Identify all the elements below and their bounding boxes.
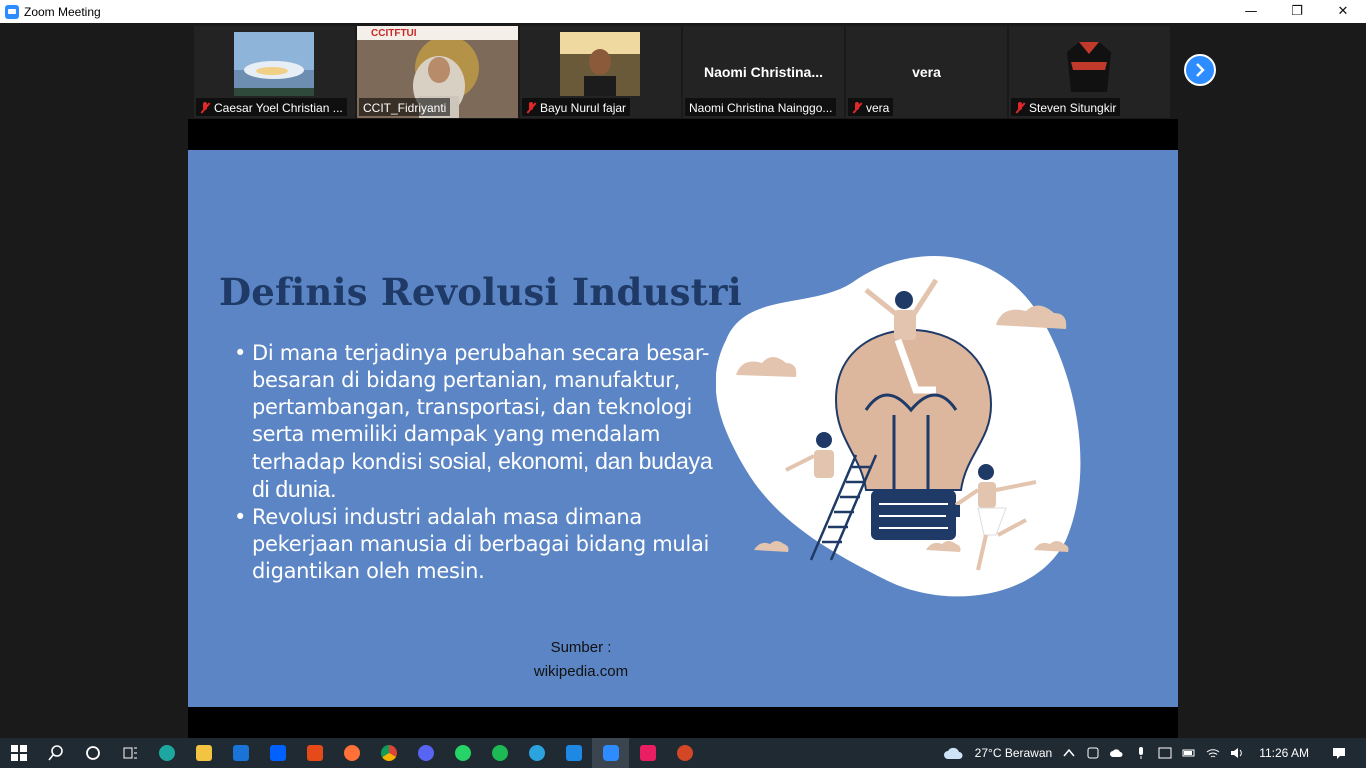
- system-tray: 27°C Berawan 11:26 AM: [938, 738, 1366, 768]
- participant-name-label: Naomi Christina Nainggo...: [685, 98, 837, 116]
- chevron-right-icon: [1196, 63, 1205, 77]
- close-button[interactable]: ✕: [1320, 0, 1366, 23]
- participant-photo: [234, 32, 314, 96]
- search-icon[interactable]: [37, 738, 74, 768]
- minimize-button[interactable]: —: [1228, 0, 1274, 23]
- cloud-weather-icon: [943, 747, 963, 759]
- app-icon[interactable]: [629, 738, 666, 768]
- slide-title: Definis Revolusi Industri: [219, 270, 742, 314]
- ccit-logo-text: CCITFTUI: [371, 28, 417, 39]
- participant-tile[interactable]: Caesar Yoel Christian ...: [194, 26, 355, 118]
- wifi-icon[interactable]: [1206, 746, 1220, 760]
- mail-icon[interactable]: [222, 738, 259, 768]
- participant-name-label: CCIT_Fidriyanti: [359, 98, 451, 116]
- participant-name: Naomi Christina Nainggo...: [689, 100, 833, 115]
- participant-name: vera: [866, 100, 890, 115]
- muted-mic-icon: [852, 101, 862, 114]
- office-icon[interactable]: [296, 738, 333, 768]
- participant-name-label: Bayu Nurul fajar: [522, 98, 631, 116]
- microphone-icon[interactable]: [1134, 746, 1148, 760]
- vscode-icon[interactable]: [555, 738, 592, 768]
- powerpoint-icon[interactable]: [666, 738, 703, 768]
- muted-mic-icon: [526, 101, 536, 114]
- clock-time[interactable]: 11:26 AM: [1259, 746, 1309, 760]
- chevron-up-icon[interactable]: [1062, 746, 1076, 760]
- slide-source: Sumber : wikipedia.com: [508, 636, 654, 684]
- onedrive-icon[interactable]: [1110, 746, 1124, 760]
- windows-taskbar: 27°C Berawan 11:26 AM: [0, 738, 1366, 768]
- telegram-icon[interactable]: [518, 738, 555, 768]
- participant-name: Steven Situngkir: [1029, 100, 1117, 115]
- participant-photo: [560, 32, 640, 96]
- meet-now-icon[interactable]: [1086, 746, 1100, 760]
- participant-tile[interactable]: Steven Situngkir: [1009, 26, 1170, 118]
- participant-tile-active-speaker[interactable]: CCITFTUI CCIT_Fidriyanti: [357, 26, 518, 118]
- window-title: Zoom Meeting: [24, 4, 101, 19]
- participant-strip: Caesar Yoel Christian ... CCITFTUI CCIT_…: [194, 26, 1170, 118]
- notifications-icon[interactable]: [1332, 746, 1346, 760]
- muted-mic-icon: [200, 101, 210, 114]
- start-icon[interactable]: [0, 738, 37, 768]
- participant-name: Bayu Nurul fajar: [540, 100, 627, 115]
- participant-name-label: Steven Situngkir: [1011, 98, 1121, 116]
- participant-name: Caesar Yoel Christian ...: [214, 100, 343, 115]
- help-icon[interactable]: [1158, 746, 1172, 760]
- participant-tile[interactable]: vera vera: [846, 26, 1007, 118]
- participant-name-label: vera: [848, 98, 894, 116]
- slide-bullets: Di mana terjadinya perubahan secara besa…: [234, 340, 714, 585]
- bullet-item: Revolusi industri adalah masa dimana pek…: [234, 504, 714, 585]
- shared-screen: Definis Revolusi Industri Di mana terjad…: [188, 119, 1178, 738]
- participant-photo: [1049, 32, 1129, 96]
- source-label: Sumber :: [550, 639, 612, 656]
- cortana-icon[interactable]: [74, 738, 111, 768]
- bullet-period: .: [330, 476, 337, 502]
- next-participants-button[interactable]: [1184, 54, 1216, 86]
- presentation-slide: Definis Revolusi Industri Di mana terjad…: [188, 150, 1178, 707]
- restore-button[interactable]: ❐: [1274, 0, 1320, 23]
- muted-mic-icon: [1015, 101, 1025, 114]
- participant-display-name: Naomi Christina...: [703, 64, 824, 80]
- lightbulb-illustration: [716, 256, 1081, 597]
- firefox-icon[interactable]: [333, 738, 370, 768]
- dropbox-icon[interactable]: [259, 738, 296, 768]
- discord-icon[interactable]: [407, 738, 444, 768]
- window-titlebar: Zoom Meeting — ❐ ✕: [0, 0, 1366, 23]
- spotify-icon[interactable]: [481, 738, 518, 768]
- file-explorer-icon[interactable]: [185, 738, 222, 768]
- participant-display-name: vera: [912, 64, 941, 80]
- battery-icon[interactable]: [1182, 746, 1196, 760]
- weather-text[interactable]: 27°C Berawan: [975, 746, 1053, 760]
- source-value: wikipedia.com: [533, 663, 629, 680]
- task-view-icon[interactable]: [111, 738, 148, 768]
- bullet-text: Revolusi industri adalah masa dimana pek…: [252, 505, 710, 583]
- zoom-logo-icon: [5, 4, 19, 19]
- chrome-icon[interactable]: [370, 738, 407, 768]
- participant-tile[interactable]: Bayu Nurul fajar: [520, 26, 681, 118]
- meeting-area: Caesar Yoel Christian ... CCITFTUI CCIT_…: [0, 23, 1366, 738]
- volume-icon[interactable]: [1230, 746, 1244, 760]
- edge-icon[interactable]: [148, 738, 185, 768]
- participant-name: CCIT_Fidriyanti: [363, 100, 447, 115]
- zoom-icon[interactable]: [592, 738, 629, 768]
- whatsapp-icon[interactable]: [444, 738, 481, 768]
- participant-tile[interactable]: Naomi Christina... Naomi Christina Naing…: [683, 26, 844, 118]
- participant-name-label: Caesar Yoel Christian ...: [196, 98, 347, 116]
- bullet-item: Di mana terjadinya perubahan secara besa…: [234, 340, 714, 504]
